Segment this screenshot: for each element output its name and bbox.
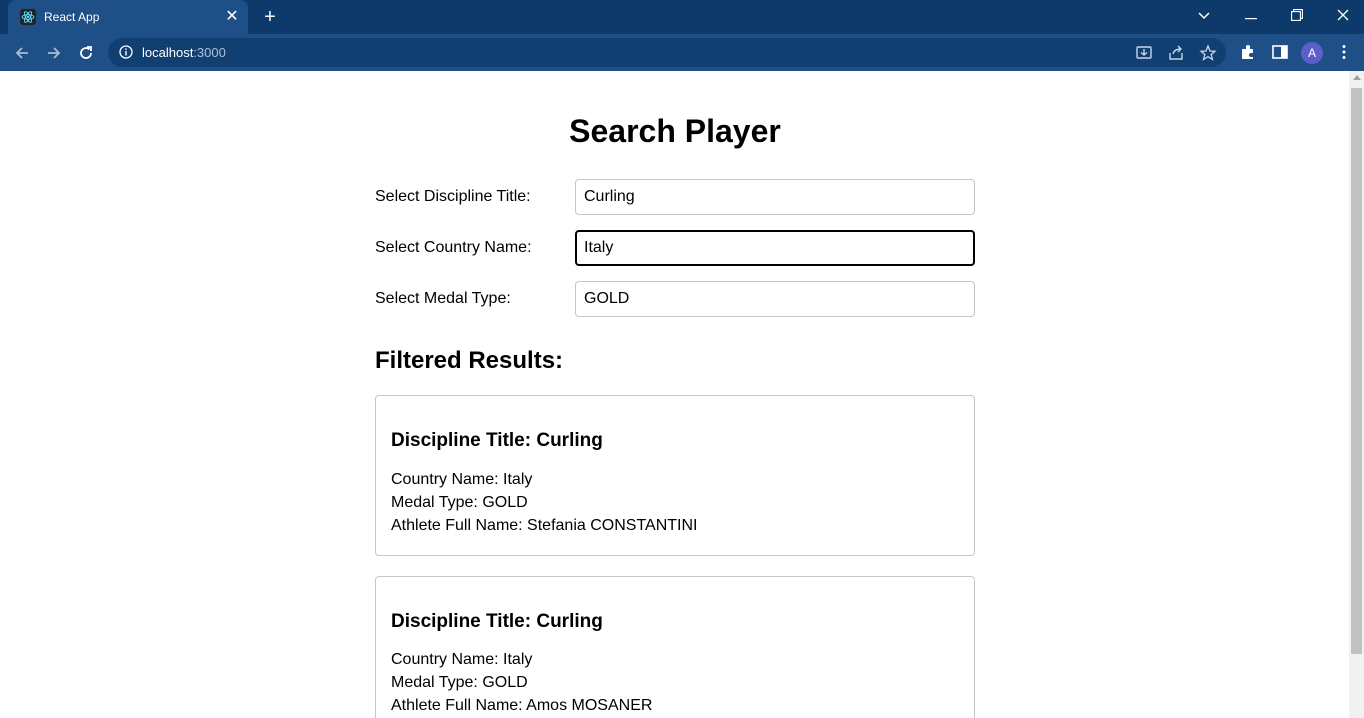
minimize-icon[interactable] bbox=[1228, 0, 1274, 30]
profile-avatar[interactable]: A bbox=[1301, 42, 1323, 64]
discipline-label: Select Discipline Title: bbox=[375, 188, 531, 205]
browser-toolbar: localhost:3000 A bbox=[0, 34, 1364, 71]
discipline-filter-row: Select Discipline Title: bbox=[375, 179, 975, 215]
scrollbar-thumb[interactable] bbox=[1351, 88, 1362, 654]
result-athlete: Athlete Full Name: Amos MOSANER bbox=[391, 697, 653, 714]
tab-close-icon[interactable]: ✕ bbox=[223, 8, 241, 26]
result-medal: Medal Type: GOLD bbox=[391, 674, 528, 691]
country-filter-row: Select Country Name: bbox=[375, 230, 975, 266]
url-port: :3000 bbox=[193, 45, 226, 60]
discipline-input[interactable] bbox=[575, 179, 975, 215]
result-country: Country Name: Italy bbox=[391, 651, 533, 668]
extensions-puzzle-icon[interactable] bbox=[1239, 43, 1257, 61]
page-title: Search Player bbox=[569, 113, 781, 149]
result-discipline-title: Discipline Title: Curling bbox=[391, 430, 603, 451]
browser-tab-react-app[interactable]: React App ✕ bbox=[8, 0, 248, 34]
kebab-menu-icon[interactable] bbox=[1335, 43, 1353, 61]
scroll-up-arrow-icon[interactable] bbox=[1353, 75, 1361, 80]
country-label: Select Country Name: bbox=[375, 239, 532, 256]
medal-filter-row: Select Medal Type: bbox=[375, 281, 975, 317]
result-card: Discipline Title: Curling Country Name: … bbox=[375, 576, 975, 718]
result-medal: Medal Type: GOLD bbox=[391, 494, 528, 511]
site-info-icon[interactable] bbox=[119, 45, 133, 59]
result-card: Discipline Title: Curling Country Name: … bbox=[375, 395, 975, 556]
forward-arrow-icon[interactable] bbox=[41, 40, 67, 66]
side-panel-icon[interactable] bbox=[1271, 43, 1289, 61]
result-discipline-title: Discipline Title: Curling bbox=[391, 611, 603, 632]
address-bar[interactable]: localhost:3000 bbox=[108, 38, 1226, 67]
medal-input[interactable] bbox=[575, 281, 975, 317]
tab-title: React App bbox=[44, 10, 100, 24]
new-tab-plus-icon[interactable]: + bbox=[258, 5, 282, 29]
react-logo-icon bbox=[20, 9, 36, 25]
result-athlete: Athlete Full Name: Stefania CONSTANTINI bbox=[391, 517, 698, 534]
country-input[interactable] bbox=[575, 230, 975, 266]
install-app-icon[interactable] bbox=[1135, 44, 1153, 62]
address-url: localhost:3000 bbox=[142, 45, 226, 60]
tab-search-chevron-icon[interactable] bbox=[1181, 0, 1227, 30]
page-scrollbar[interactable] bbox=[1349, 71, 1364, 718]
back-arrow-icon[interactable] bbox=[9, 40, 35, 66]
reload-icon[interactable] bbox=[73, 40, 99, 66]
share-icon[interactable] bbox=[1167, 44, 1185, 62]
result-country: Country Name: Italy bbox=[391, 471, 533, 488]
bookmark-star-icon[interactable] bbox=[1199, 44, 1217, 62]
url-host: localhost bbox=[142, 45, 194, 60]
medal-label: Select Medal Type: bbox=[375, 290, 511, 307]
restore-icon[interactable] bbox=[1274, 0, 1320, 30]
results-title: Filtered Results: bbox=[375, 347, 564, 374]
browser-titlebar: React App ✕ + bbox=[0, 0, 1364, 34]
close-window-icon[interactable] bbox=[1320, 0, 1364, 30]
